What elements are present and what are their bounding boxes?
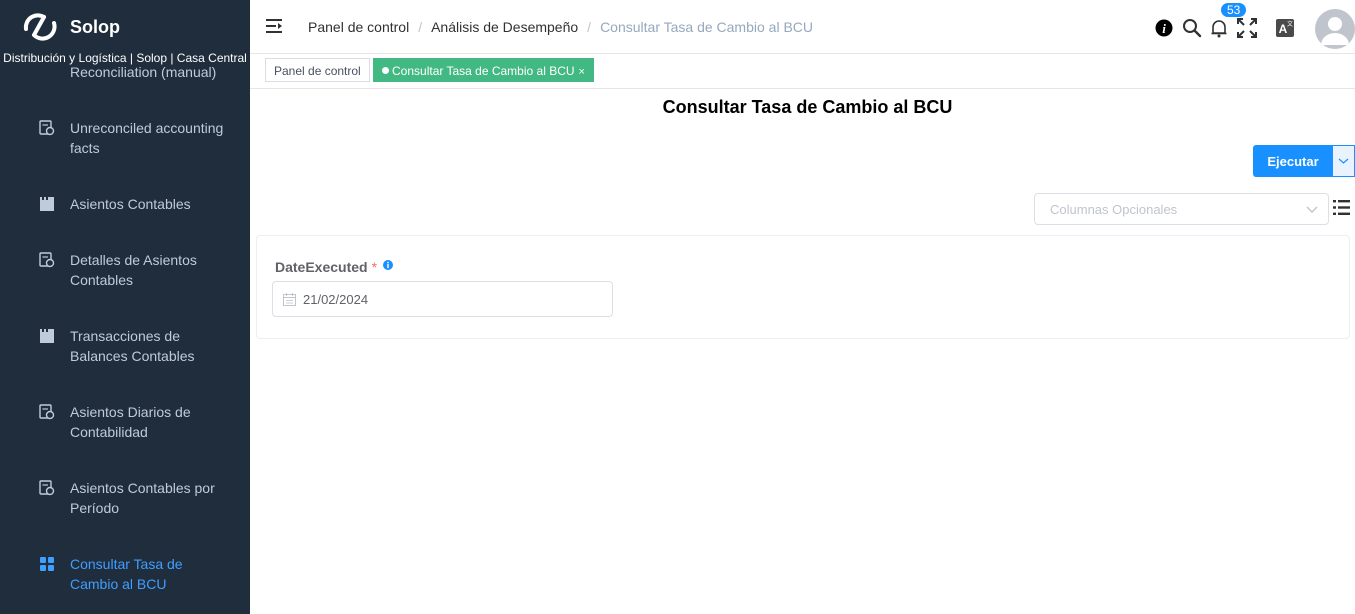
execute-button[interactable]: Ejecutar [1253,145,1333,177]
sidebar-item-label: Asientos Diarios de Contabilidad [70,404,191,440]
tags-view: Panel de control Consultar Tasa de Cambi… [250,54,1355,89]
brand-name: Solop [70,17,120,37]
svg-text:i: i [1162,21,1166,36]
chevron-down-icon [1306,206,1318,213]
sidebar-item-label: Unreconciled accounting facts [70,120,224,156]
report-icon [39,480,55,496]
svg-text:文: 文 [1287,20,1293,28]
solop-logo-icon [23,13,57,41]
sidebar-item-asientos-contables[interactable]: Asientos Contables [0,194,250,250]
sidebar-item-detalles-asientos-contables[interactable]: Detalles de Asientos Contables [0,250,250,306]
report-icon [39,252,55,268]
sidebar-item-label: Consultar Tasa de Cambio al BCU [70,556,183,592]
sidebar-item-label: Detalles de Asientos Contables [70,252,197,288]
sidebar-menu: Reconciliation (manual) Unreconciled acc… [0,52,250,614]
sidebar-item-label: Asientos Contables [70,196,191,212]
sidebar: Solop Distribución y Logística | Solop |… [0,0,250,614]
breadcrumb-item-panel-de-control[interactable]: Panel de control [308,19,409,35]
organization-line[interactable]: Distribución y Logística | Solop | Casa … [0,51,250,65]
execute-dropdown-button[interactable] [1332,145,1355,177]
info-icon[interactable]: i [1154,18,1174,38]
sidebar-item-asientos-por-periodo[interactable]: Asientos Contables por Período [0,478,250,534]
page-title: Consultar Tasa de Cambio al BCU [662,97,953,117]
sidebar-item-label: Asientos Contables por Período [70,480,215,516]
search-icon[interactable] [1182,18,1202,38]
sidebar-item-consultar-tasa-bcu[interactable]: Consultar Tasa de Cambio al BCU [0,554,250,610]
brand[interactable]: Solop [0,0,250,52]
active-dot-icon [382,67,389,74]
window-icon [40,197,54,211]
tag-label: Consultar Tasa de Cambio al BCU [392,64,575,78]
avatar[interactable] [1315,9,1355,49]
notifications-badge: 53 [1220,2,1248,18]
translate-icon[interactable]: A 文 [1275,18,1295,38]
user-avatar-icon [1321,17,1349,45]
process-icon [40,557,54,571]
sidebar-item-label: Transacciones de Balances Contables [70,328,195,364]
field-info-icon[interactable] [383,260,393,270]
date-executed-label: DateExecuted * [275,259,377,275]
breadcrumb-item-analisis-desempeno[interactable]: Análisis de Desempeño [431,19,578,35]
fullscreen-icon[interactable] [1237,18,1257,38]
calendar-icon [283,293,296,306]
breadcrumb: Panel de control / Análisis de Desempeño / C… [308,19,813,35]
field-label-text: DateExecuted [275,259,368,275]
tag-consultar-tasa-bcu[interactable]: Consultar Tasa de Cambio al BCU × [373,58,594,82]
breadcrumb-separator: / [418,19,423,35]
window-icon [40,329,54,343]
sidebar-item-asientos-diarios[interactable]: Asientos Diarios de Contabilidad [0,402,250,458]
date-executed-value: 21/02/2024 [303,292,369,307]
optional-columns-select[interactable]: Columnas Opcionales [1034,193,1329,225]
optional-columns-placeholder: Columnas Opcionales [1050,202,1178,217]
chevron-down-icon [1338,158,1349,164]
tag-panel-de-control[interactable]: Panel de control [265,58,370,82]
sidebar-item-reconciliation-manual[interactable]: Reconciliation (manual) [70,64,216,80]
hamburger-menu-icon[interactable] [266,18,284,34]
tag-label: Panel de control [274,64,361,78]
breadcrumb-separator: / [587,19,592,35]
tag-close-icon[interactable]: × [579,66,585,78]
report-icon [39,404,55,420]
date-executed-input[interactable]: 21/02/2024 [272,281,613,317]
breadcrumb-item-current: Consultar Tasa de Cambio al BCU [600,19,814,35]
list-icon[interactable] [1333,199,1350,216]
sidebar-item-unreconciled-accounting-facts[interactable]: Unreconciled accounting facts [0,118,250,174]
report-icon [39,120,55,136]
navbar: Panel de control / Análisis de Desempeño / C… [250,0,1355,54]
bell-icon[interactable] [1209,18,1229,38]
sidebar-item-transacciones-balances[interactable]: Transacciones de Balances Contables [0,326,250,382]
required-mark: * [371,259,378,275]
